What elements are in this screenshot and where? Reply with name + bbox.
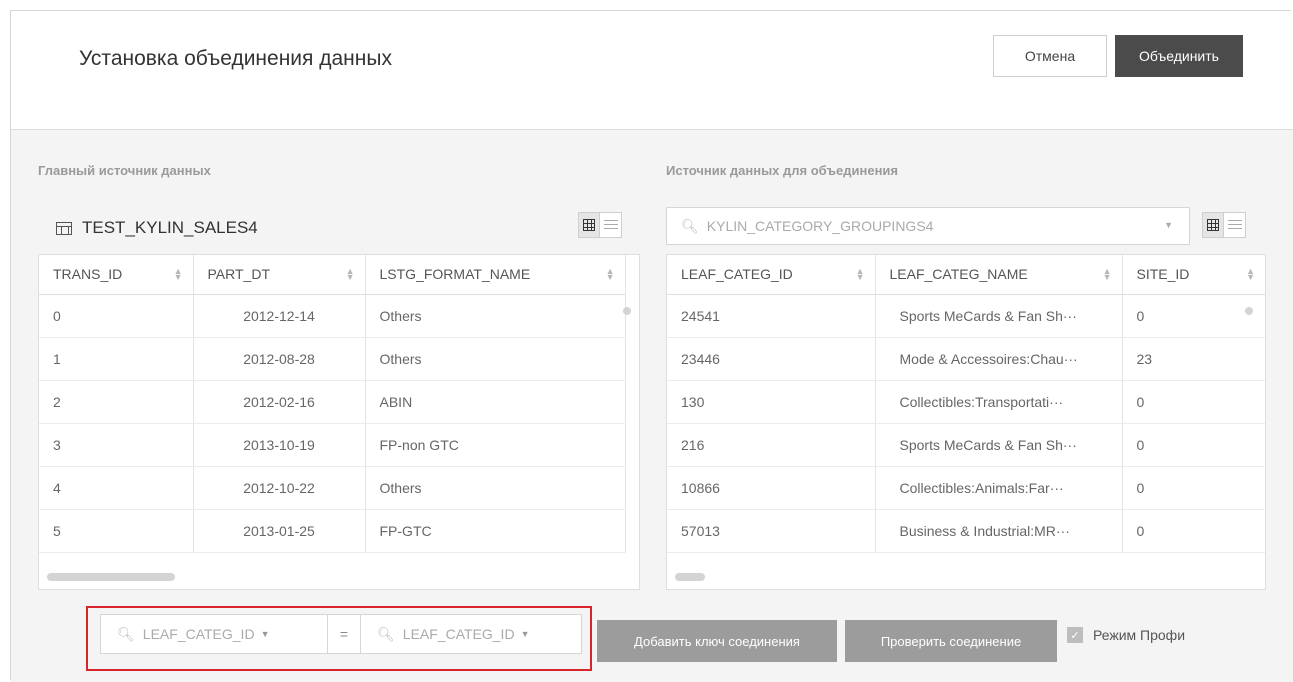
sort-icon[interactable]: ▲ ▼ xyxy=(1246,267,1255,282)
table-row: 10866 Collectibles:Animals:Far··· 0 xyxy=(667,466,1265,510)
add-join-key-button[interactable]: Добавить ключ соединения xyxy=(597,620,837,662)
join-source-label: Источник данных для объединения xyxy=(666,163,898,178)
dialog-title: Установка объединения данных xyxy=(79,47,392,70)
main-source-table-panel: TRANS_ID ▲ ▼ PART_DT ▲ ▼ LSTG_FORMAT_NAME ▲ ▼ … xyxy=(38,254,640,590)
table-row: 2 2012-02-16 ABIN xyxy=(39,380,626,424)
sort-icon[interactable]: ▲ ▼ xyxy=(856,267,865,282)
grid-view-icon[interactable] xyxy=(578,212,600,238)
join-source-selected: KYLIN_CATEGORY_GROUPINGS4 xyxy=(706,218,934,234)
sort-icon[interactable]: ▲ ▼ xyxy=(174,267,183,282)
horizontal-scrollbar[interactable] xyxy=(675,573,705,581)
table-row: 5 2013-01-25 FP-GTC xyxy=(39,509,626,553)
highlight-box xyxy=(86,606,592,671)
column-header[interactable]: TRANS_ID ▲ ▼ xyxy=(39,255,194,295)
main-source-table: TRANS_ID ▲ ▼ PART_DT ▲ ▼ LSTG_FORMAT_NAME ▲ ▼ … xyxy=(39,255,626,553)
join-source-table: LEAF_CATEG_ID ▲ ▼ LEAF_CATEG_NAME ▲ ▼ SITE_I… xyxy=(667,255,1265,553)
table-row: 23446 Mode & Accessoires:Chau··· 23 xyxy=(667,337,1265,381)
main-view-toggle xyxy=(578,212,622,238)
sort-icon[interactable]: ▲ ▼ xyxy=(346,267,355,282)
join-view-toggle xyxy=(1202,212,1246,238)
list-view-icon[interactable] xyxy=(600,212,622,238)
table-row: 0 2012-12-14 Others xyxy=(39,294,626,338)
column-header[interactable]: LSTG_FORMAT_NAME ▲ ▼ xyxy=(365,255,626,295)
pro-mode-label: Режим Профи xyxy=(1093,627,1186,643)
sort-icon[interactable]: ▲ ▼ xyxy=(1103,267,1112,282)
horizontal-scrollbar[interactable] xyxy=(47,573,175,581)
table-row: 130 Collectibles:Transportati··· 0 xyxy=(667,380,1265,424)
table-row: 3 2013-10-19 FP-non GTC xyxy=(39,423,626,467)
table-row: 4 2012-10-22 Others xyxy=(39,466,626,510)
vertical-scrollbar[interactable] xyxy=(623,307,631,315)
merge-button[interactable]: Объединить xyxy=(1115,35,1243,77)
table-row: 24541 Sports MeCards & Fan Sh··· 0 xyxy=(667,294,1265,338)
search-icon: 🔍︎ xyxy=(681,217,699,234)
table-row: 57013 Business & Industrial:MR··· 0 xyxy=(667,509,1265,553)
chevron-down-icon[interactable]: ▼ xyxy=(1164,220,1173,230)
list-view-icon[interactable] xyxy=(1224,212,1246,238)
main-source-name: TEST_KYLIN_SALES4 xyxy=(56,218,258,238)
join-source-table-panel: LEAF_CATEG_ID ▲ ▼ LEAF_CATEG_NAME ▲ ▼ SITE_I… xyxy=(666,254,1266,590)
column-header[interactable]: LEAF_CATEG_ID ▲ ▼ xyxy=(667,255,876,295)
grid-view-icon[interactable] xyxy=(1202,212,1224,238)
main-source-label: Главный источник данных xyxy=(38,163,211,178)
join-source-select[interactable]: 🔍︎ KYLIN_CATEGORY_GROUPINGS4 ▼ xyxy=(666,207,1190,245)
vertical-scrollbar[interactable] xyxy=(1245,307,1253,315)
table-row: 1 2012-08-28 Others xyxy=(39,337,626,381)
column-header[interactable]: SITE_ID ▲ ▼ xyxy=(1122,255,1265,295)
pro-mode-toggle[interactable]: ✓ Режим Профи xyxy=(1067,627,1185,643)
cancel-button[interactable]: Отмена xyxy=(993,35,1107,77)
table-icon xyxy=(56,221,72,235)
column-header[interactable]: LEAF_CATEG_NAME ▲ ▼ xyxy=(875,255,1123,295)
sort-icon[interactable]: ▲ ▼ xyxy=(606,267,615,282)
column-header[interactable]: PART_DT ▲ ▼ xyxy=(193,255,366,295)
table-row: 216 Sports MeCards & Fan Sh··· 0 xyxy=(667,423,1265,467)
checkbox-checked-icon[interactable]: ✓ xyxy=(1067,627,1083,643)
main-source-title: TEST_KYLIN_SALES4 xyxy=(82,218,258,237)
check-connection-button[interactable]: Проверить соединение xyxy=(845,620,1057,662)
